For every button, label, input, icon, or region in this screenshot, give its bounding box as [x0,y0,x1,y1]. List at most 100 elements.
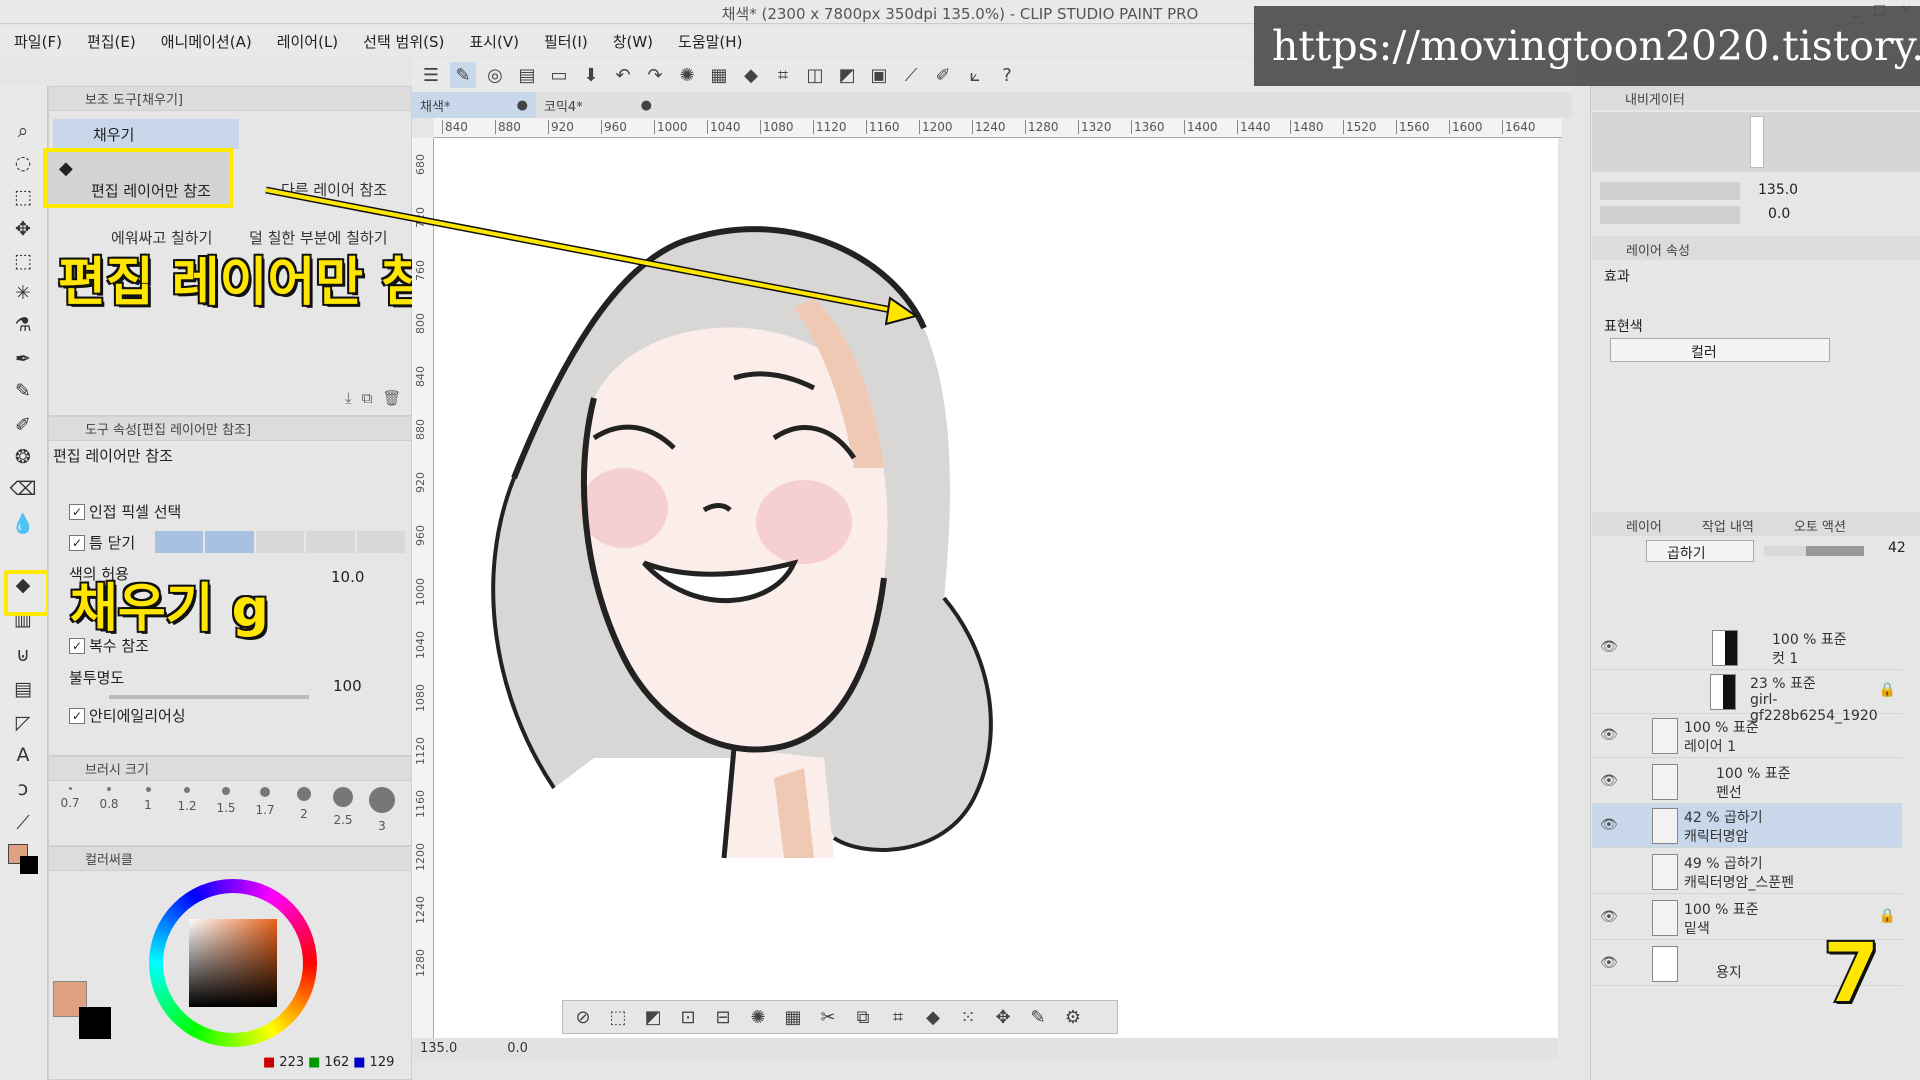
close-icon[interactable]: ● [641,98,652,113]
trash-icon[interactable]: 🗑 [382,389,401,407]
loading-icon[interactable]: ✺ [674,62,700,88]
undo-icon[interactable]: ↶ [610,62,636,88]
settings-icon[interactable]: ⚙ [1057,1004,1089,1030]
brush-size-item[interactable]: 1.7 [252,787,278,833]
antialias-option[interactable]: ✓ 안티에일리어싱 [69,705,186,726]
object-tool-icon[interactable]: ⬚ [10,184,36,210]
figure-tool-icon[interactable]: ⊍ [10,642,36,668]
menu-animation[interactable]: 애니메이션(A) [161,31,252,52]
menu-icon[interactable]: ☰ [418,62,444,88]
save-icon[interactable]: ⬇ [578,62,604,88]
pen-icon[interactable]: ✎ [450,62,476,88]
menu-help[interactable]: 도움말(H) [678,31,742,52]
magic-wand-icon[interactable]: ✳ [10,280,36,306]
navigator-thumbnail[interactable] [1592,112,1920,172]
subtool-selected-highlight[interactable]: ◆ 편집 레이어만 참조 [43,148,233,208]
tab-comic4[interactable]: 코믹4* ● [536,92,660,118]
hue-ring[interactable] [149,879,317,1047]
frame-icon[interactable]: ▣ [866,62,892,88]
transform-icon[interactable]: ⌗ [770,62,796,88]
clear-icon[interactable]: ✺ [742,1004,774,1030]
invert-icon[interactable]: ◩ [637,1004,669,1030]
menu-selection[interactable]: 선택 범위(S) [363,31,444,52]
layer-row[interactable]: 👁 100 % 표준 레이어 1 [1592,714,1902,758]
eye-icon[interactable]: 👁 [1600,727,1618,743]
duplicate-icon[interactable]: ⧉ [362,389,373,407]
angle-readout[interactable]: 0.0 [507,1041,528,1056]
brush-tool-icon[interactable]: ✐ [10,412,36,438]
menu-layer[interactable]: 레이어(L) [277,31,338,52]
airbrush-tool-icon[interactable]: ❂ [10,444,36,470]
pen-icon[interactable]: ✎ [1022,1004,1054,1030]
close-gap-levels[interactable] [155,531,406,553]
pen-pressure-icon[interactable]: ✐ [930,62,956,88]
new-file-icon[interactable]: ▤ [514,62,540,88]
brush-size-item[interactable]: 0.7 [57,787,83,833]
expand-icon[interactable]: ⊡ [672,1004,704,1030]
cut-icon[interactable]: ✂ [812,1004,844,1030]
navigator-rotation[interactable]: 0.0 [1768,206,1790,222]
brush-icon[interactable]: ⟀ [962,62,988,88]
brush-size-item[interactable]: 0.8 [96,787,122,833]
eyedropper-icon[interactable]: ⚗ [10,312,36,338]
brush-size-item[interactable]: 3 [369,787,395,833]
brush-size-item[interactable]: 2 [291,787,317,833]
zoom-readout[interactable]: 135.0 [420,1041,457,1056]
layer-opacity-value[interactable]: 42 [1888,540,1906,556]
tab-history[interactable]: 작업 내역 [1702,516,1754,536]
pen-tool-icon[interactable]: ✒ [10,346,36,372]
close-gap-option[interactable]: ✓ 틈 닫기 [69,532,135,553]
copy-icon[interactable]: ⧉ [847,1004,879,1030]
blend-tool-icon[interactable]: 💧 [10,510,36,536]
tone-icon[interactable]: ⁙ [952,1004,984,1030]
rotation-slider[interactable] [1600,206,1740,224]
eye-icon[interactable]: 👁 [1600,909,1618,925]
tab-layer[interactable]: 레이어 [1626,516,1662,536]
sub-color-swatch[interactable] [20,856,38,874]
menu-file[interactable]: 파일(F) [14,31,62,52]
pencil-tool-icon[interactable]: ✎ [10,378,36,404]
brush-size-item[interactable]: 1.5 [213,787,239,833]
layer-row-selected[interactable]: 👁 42 % 곱하기 캐릭터명암 [1592,804,1902,848]
brush-size-item[interactable]: 1.2 [174,787,200,833]
expression-color-select[interactable]: 컬러 [1610,338,1830,362]
eye-icon[interactable]: 👁 [1600,773,1618,789]
ruler-tool-icon[interactable]: ◸ [10,710,36,736]
download-icon[interactable]: ⤓ [345,389,352,407]
eye-icon[interactable]: 👁 [1600,817,1618,833]
spiral-icon[interactable]: ◎ [482,62,508,88]
layer-row[interactable]: 👁 100 % 표준 펜선 [1592,760,1902,804]
menu-view[interactable]: 표시(V) [469,31,519,52]
correction-tool-icon[interactable]: ⟋ [10,810,36,836]
tab-coloring[interactable]: 채색* ● [412,92,536,118]
clear-icon[interactable]: ◫ [802,62,828,88]
redo-icon[interactable]: ↷ [642,62,668,88]
select-icon[interactable]: ▦ [706,62,732,88]
balloon-tool-icon[interactable]: ↄ [10,776,36,802]
adjacent-pixel-option[interactable]: ✓ 인접 픽셀 선택 [69,501,181,522]
shrink-icon[interactable]: ⊟ [707,1004,739,1030]
eraser-tool-icon[interactable]: ⌫ [10,476,37,502]
eye-icon[interactable]: 👁 [1600,955,1618,971]
zoom-slider[interactable] [1600,182,1740,200]
transform-icon[interactable]: ⌗ [882,1004,914,1030]
move-icon[interactable]: ✥ [987,1004,1019,1030]
lock-icon[interactable]: 🔒 [1879,908,1896,924]
lock-icon[interactable]: 🔒 [1879,682,1896,698]
tab-auto-action[interactable]: 오토 액션 [1794,516,1846,536]
lasso-tool-icon[interactable]: ◌ [10,150,36,176]
bucket-icon[interactable]: ◆ [738,62,764,88]
opacity-value[interactable]: 100 [333,677,362,695]
blend-mode-select[interactable]: 곱하기 [1646,540,1754,562]
deselect-icon[interactable]: ⊘ [567,1004,599,1030]
sub-color-swatch[interactable] [79,1007,111,1039]
saturation-square[interactable] [189,919,277,1007]
bucket-icon[interactable]: ◆ [917,1004,949,1030]
layer-row[interactable]: 49 % 곱하기 캐릭터명암_스푼펜 [1592,850,1902,894]
brush-size-item[interactable]: 2.5 [330,787,356,833]
move-tool-icon[interactable]: ✥ [10,216,36,242]
color-margin-value[interactable]: 10.0 [331,568,364,586]
opacity-slider[interactable] [109,695,309,699]
text-tool-icon[interactable]: A [10,742,36,768]
layer-row[interactable]: 👁 100 % 표준 컷 1 [1592,626,1902,670]
